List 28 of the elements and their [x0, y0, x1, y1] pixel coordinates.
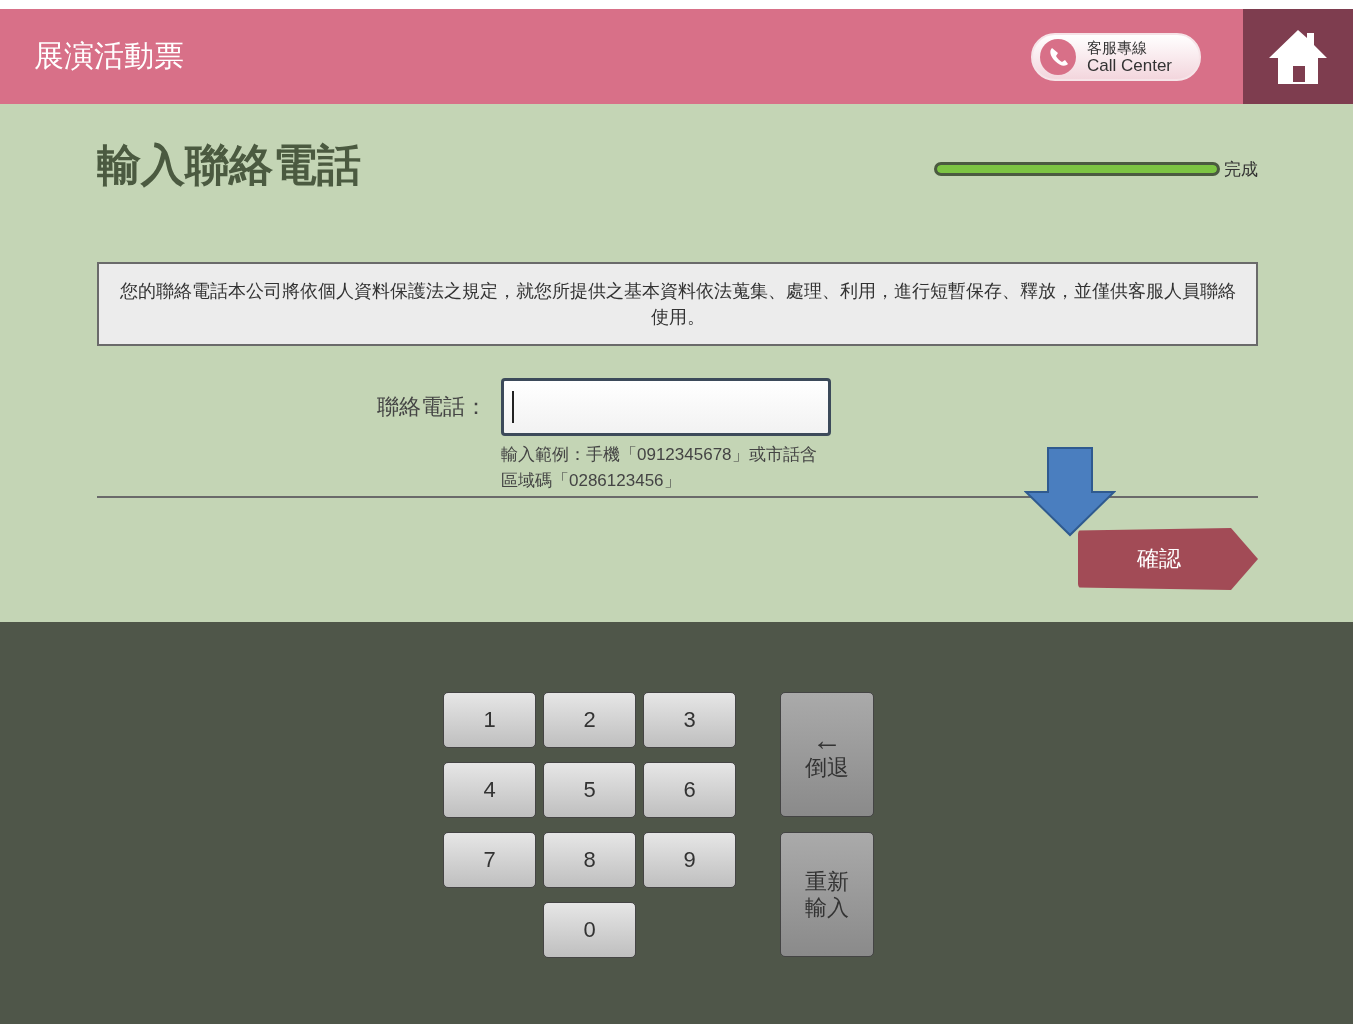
privacy-notice: 您的聯絡電話本公司將依個人資料保護法之規定，就您所提供之基本資料依法蒐集、處理、利用，進行短暫保存、釋放，並僅供客服人員聯絡使用。 — [97, 262, 1258, 346]
call-center-label: Call Center — [1087, 56, 1173, 75]
phone-icon — [1039, 37, 1077, 76]
phone-input-field[interactable] — [501, 378, 831, 436]
app-title: 展演活動票 — [34, 38, 185, 74]
text-cursor — [512, 391, 514, 423]
keypad-key[interactable]: 1 — [443, 692, 536, 748]
keypad-key[interactable]: 5 — [543, 762, 636, 818]
call-center-label: 客服專線 — [1087, 38, 1148, 57]
keypad-key[interactable]: 3 — [643, 692, 736, 748]
home-icon — [1267, 27, 1329, 86]
field-label: 聯絡電話： — [376, 393, 488, 421]
page-title: 輸入聯絡電話 — [97, 138, 362, 191]
keypad-key[interactable]: 2 — [543, 692, 636, 748]
backspace-button[interactable]: ← 倒退 — [780, 692, 874, 817]
keypad-key[interactable]: 8 — [543, 832, 636, 888]
down-arrow-icon — [1024, 447, 1116, 537]
keypad-key[interactable]: 9 — [643, 832, 736, 888]
call-center-button[interactable]: 客服專線 Call Center — [1031, 32, 1201, 81]
clear-button[interactable]: 重新輸入 — [780, 832, 874, 957]
progress-label: 完成 — [1224, 158, 1258, 181]
home-button[interactable] — [1243, 9, 1353, 104]
keypad-key[interactable]: 4 — [443, 762, 536, 818]
keypad-key[interactable]: 0 — [543, 902, 636, 958]
confirm-button[interactable]: 確認 — [1078, 528, 1258, 590]
input-hint: 輸入範例：手機「0912345678」或市話含區域碼「0286123456」 — [501, 444, 818, 492]
keypad-key[interactable]: 6 — [643, 762, 736, 818]
keypad-key[interactable]: 7 — [443, 832, 536, 888]
